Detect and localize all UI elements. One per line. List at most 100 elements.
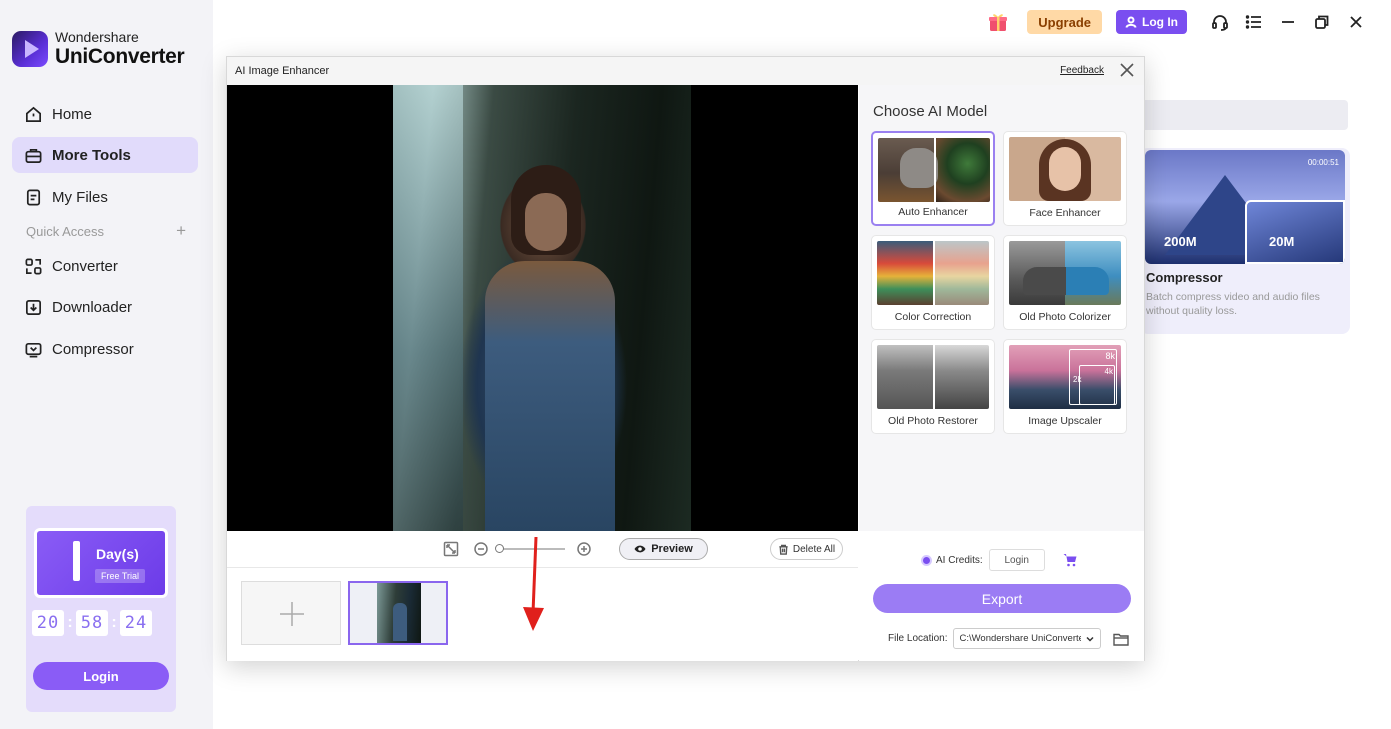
red-arrow-annotation-icon: [523, 536, 544, 631]
quick-access-add-button[interactable]: +: [176, 222, 186, 239]
delete-all-button[interactable]: Delete All: [770, 538, 843, 560]
model-card-color-correction[interactable]: Color Correction: [871, 235, 995, 330]
sidebar-item-label: Home: [52, 105, 93, 123]
file-location-select[interactable]: C:\Wondershare UniConverter: [953, 628, 1102, 649]
feedback-link[interactable]: Feedback: [1060, 65, 1104, 76]
model-card-face-enhancer[interactable]: Face Enhancer: [1003, 131, 1127, 226]
folder-icon[interactable]: [1113, 632, 1130, 646]
upgrade-button[interactable]: Upgrade: [1027, 10, 1102, 34]
model-label: Old Photo Restorer: [888, 415, 978, 427]
trial-login-button[interactable]: Login: [33, 662, 169, 690]
model-label: Face Enhancer: [1029, 207, 1101, 219]
compressor-icon: [25, 342, 42, 357]
sidebar-item-label: More Tools: [52, 146, 131, 164]
upscaler-badge-8k: 8k: [1105, 351, 1115, 361]
free-trial-badge: Free Trial: [95, 569, 146, 583]
model-card-old-photo-colorizer[interactable]: Old Photo Colorizer: [1003, 235, 1127, 330]
background-search-bar[interactable]: [1140, 100, 1348, 130]
sidebar-item-converter[interactable]: Converter: [12, 248, 198, 284]
upscaler-badge-4k: 4k: [1104, 367, 1113, 376]
sidebar-item-compressor[interactable]: Compressor: [12, 331, 198, 367]
old-photo-colorizer-thumbnail: [1009, 241, 1121, 305]
countdown-hours: 20: [32, 610, 64, 636]
model-card-auto-enhancer[interactable]: Auto Enhancer: [871, 131, 995, 226]
sidebar-item-more-tools[interactable]: More Tools: [12, 137, 198, 173]
zoom-out-icon[interactable]: [473, 541, 489, 557]
login-button-label: Log In: [1142, 15, 1178, 29]
trial-days-box: Day(s) Free Trial: [34, 528, 168, 598]
credits-login-button[interactable]: Login: [988, 549, 1045, 571]
plus-icon: [280, 602, 304, 626]
image-thumbnail[interactable]: [348, 581, 448, 645]
file-location-value: C:\Wondershare UniConverter: [959, 633, 1082, 644]
model-label: Image Upscaler: [1028, 415, 1102, 427]
menu-list-icon[interactable]: [1245, 13, 1263, 31]
file-location-label: File Location:: [888, 633, 948, 644]
trial-countdown: 20 : 58 : 24: [32, 610, 152, 636]
ai-credits-row: AI Credits: Login: [921, 549, 1077, 571]
preview-image: [393, 85, 691, 531]
app-logo: Wondershare UniConverter: [12, 29, 185, 67]
tool-card-description: Batch compress video and audio files wit…: [1146, 291, 1320, 317]
delete-all-label: Delete All: [792, 543, 836, 555]
model-label: Old Photo Colorizer: [1019, 311, 1111, 323]
preview-button-label: Preview: [651, 543, 693, 555]
fit-screen-icon[interactable]: [443, 541, 459, 557]
add-image-button[interactable]: [241, 581, 341, 645]
sidebar-item-label: Compressor: [52, 340, 134, 358]
sidebar-item-my-files[interactable]: My Files: [12, 179, 198, 215]
upscaler-badge-2k: 2k: [1073, 375, 1082, 384]
gift-icon[interactable]: [987, 11, 1009, 33]
login-button[interactable]: Log In: [1116, 10, 1187, 34]
quick-access-label: Quick Access: [26, 224, 105, 239]
model-card-old-photo-restorer[interactable]: Old Photo Restorer: [871, 339, 995, 434]
trial-days-number: [73, 541, 80, 581]
downloader-icon: [25, 299, 42, 315]
free-trial-card: Day(s) Free Trial 20 : 58 : 24 Login: [26, 506, 176, 712]
face-enhancer-thumbnail: [1009, 137, 1121, 201]
preview-button[interactable]: Preview: [619, 538, 708, 560]
dialog-header: AI Image Enhancer Feedback: [227, 57, 1144, 85]
compressor-tool-card[interactable]: 00:00:51 200M 20M Compressor Batch compr…: [1140, 148, 1350, 334]
close-icon[interactable]: [1120, 63, 1134, 77]
size-before: 200M: [1164, 234, 1197, 249]
countdown-separator: :: [67, 614, 73, 631]
model-label: Color Correction: [894, 311, 972, 323]
user-icon: [1125, 16, 1137, 28]
zoom-in-icon[interactable]: [576, 541, 592, 557]
toolbox-icon: [25, 148, 42, 163]
brand-line1: Wondershare: [55, 29, 139, 45]
close-window-icon[interactable]: [1347, 13, 1365, 31]
color-correction-thumbnail: [877, 241, 989, 305]
sidebar-item-label: Downloader: [52, 298, 133, 316]
file-icon: [26, 189, 41, 205]
home-icon: [25, 106, 42, 122]
sidebar-item-label: Converter: [52, 257, 118, 275]
tool-card-title: Compressor: [1146, 270, 1223, 285]
auto-enhancer-thumbnail: [878, 138, 990, 202]
trash-icon: [779, 544, 788, 555]
trial-days-label: Day(s): [96, 546, 139, 562]
model-label: Auto Enhancer: [898, 206, 968, 218]
eye-icon: [634, 545, 646, 553]
sidebar-item-home[interactable]: Home: [12, 96, 198, 132]
export-button[interactable]: Export: [873, 584, 1131, 613]
ai-credits-label: AI Credits:: [936, 554, 983, 566]
size-after: 20M: [1269, 234, 1295, 249]
ai-model-panel: Choose AI Model Auto Enhancer Face Enhan…: [859, 85, 1144, 531]
restore-window-icon[interactable]: [1313, 13, 1331, 31]
export-panel: AI Credits: Login Export File Location: …: [859, 531, 1144, 661]
title-bar: Upgrade Log In: [987, 10, 1373, 34]
file-location-row: File Location: C:\Wondershare UniConvert…: [888, 628, 1130, 649]
cart-icon[interactable]: [1063, 553, 1077, 567]
sidebar-item-downloader[interactable]: Downloader: [12, 289, 198, 325]
quick-access-header: Quick Access +: [26, 222, 186, 239]
image-preview-canvas[interactable]: [227, 85, 858, 531]
choose-model-title: Choose AI Model: [873, 103, 988, 120]
ai-image-enhancer-dialog: AI Image Enhancer Feedback Preview Delet…: [226, 56, 1145, 661]
old-photo-restorer-thumbnail: [877, 345, 989, 409]
model-card-image-upscaler[interactable]: 8k 4k 2k Image Upscaler: [1003, 339, 1127, 434]
zoom-slider-handle[interactable]: [495, 544, 504, 553]
headset-icon[interactable]: [1211, 13, 1229, 31]
minimize-icon[interactable]: [1279, 13, 1297, 31]
